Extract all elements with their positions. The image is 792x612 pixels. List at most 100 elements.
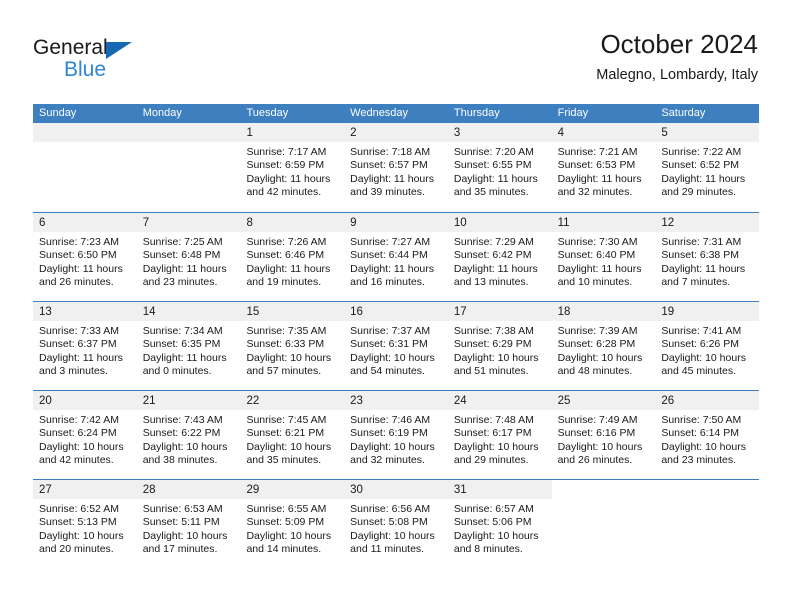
sunset-text: Sunset: 6:17 PM: [453, 427, 532, 440]
brand-name-blue: Blue: [64, 58, 107, 81]
daylight-text: and 29 minutes.: [453, 454, 529, 467]
day-cell-1[interactable]: 1 Sunrise: 7:17 AM Sunset: 6:59 PM Daylight…: [240, 123, 345, 212]
day-number-band: 4: [551, 123, 656, 142]
day-number-band: 30: [344, 480, 448, 499]
day-cell-3[interactable]: 3 Sunrise: 7:20 AM Sunset: 6:55 PM Daylight…: [447, 123, 552, 212]
day-cell-4[interactable]: 4 Sunrise: 7:21 AM Sunset: 6:53 PM Daylight…: [551, 123, 656, 212]
daylight-text: Daylight: 11 hours: [557, 172, 642, 185]
sunrise-text: Sunrise: 6:56 AM: [350, 503, 431, 515]
daylight-text: Daylight: 10 hours: [661, 440, 746, 453]
day-number-band: 21: [136, 391, 241, 410]
sunrise-text: Sunrise: 6:52 AM: [39, 503, 119, 515]
daylight-text: Daylight: 11 hours: [142, 262, 227, 275]
day-detail-lines: [655, 499, 759, 503]
day-number-band: 26: [655, 391, 760, 410]
brand-logo[interactable]: General Blue: [33, 28, 233, 86]
sunset-text: Sunset: 5:06 PM: [453, 516, 532, 529]
daylight-text: Daylight: 10 hours: [39, 529, 124, 542]
day-cell-27[interactable]: 27 Sunrise: 6:52 AM Sunset: 5:13 PM Dayligh…: [33, 480, 137, 568]
daylight-text: Daylight: 10 hours: [453, 529, 539, 542]
daylight-text: Daylight: 11 hours: [661, 262, 746, 275]
day-number-band: 13: [33, 302, 137, 321]
day-cell-30[interactable]: 30 Sunrise: 6:56 AM Sunset: 5:08 PM Dayligh…: [344, 480, 448, 568]
day-number-band: 18: [551, 302, 656, 321]
day-number-band: 10: [447, 213, 552, 232]
day-detail-lines: Sunrise: 7:35 AM Sunset: 6:33 PM Daylight:…: [240, 321, 344, 379]
daylight-text: and 45 minutes.: [661, 365, 737, 378]
day-cell-21[interactable]: 21 Sunrise: 7:43 AM Sunset: 6:22 PM Dayligh…: [136, 391, 241, 479]
day-cell-15[interactable]: 15 Sunrise: 7:35 AM Sunset: 6:33 PM Dayligh…: [240, 302, 345, 390]
day-detail-lines: [552, 499, 656, 503]
daylight-text: Daylight: 11 hours: [453, 262, 538, 275]
day-cell-6[interactable]: 6 Sunrise: 7:23 AM Sunset: 6:50 PM Daylight…: [33, 213, 137, 301]
sunset-text: Sunset: 6:59 PM: [246, 159, 325, 172]
weekday-header-monday: Monday: [142, 107, 182, 119]
day-cell-8[interactable]: 8 Sunrise: 7:26 AM Sunset: 6:46 PM Daylight…: [240, 213, 345, 301]
day-detail-lines: Sunrise: 7:29 AM Sunset: 6:42 PM Daylight:…: [448, 232, 552, 290]
day-number: 30: [350, 484, 363, 496]
day-cell-29[interactable]: 29 Sunrise: 6:55 AM Sunset: 5:09 PM Dayligh…: [240, 480, 345, 568]
day-cell-14[interactable]: 14 Sunrise: 7:34 AM Sunset: 6:35 PM Dayligh…: [136, 302, 241, 390]
day-cell-23[interactable]: 23 Sunrise: 7:46 AM Sunset: 6:19 PM Dayligh…: [344, 391, 448, 479]
daylight-text: and 29 minutes.: [661, 186, 737, 199]
day-cell-28[interactable]: 28 Sunrise: 6:53 AM Sunset: 5:11 PM Dayligh…: [136, 480, 241, 568]
daylight-text: Daylight: 11 hours: [246, 172, 331, 185]
day-cell-16[interactable]: 16 Sunrise: 7:37 AM Sunset: 6:31 PM Dayligh…: [344, 302, 448, 390]
day-number-band: 23: [344, 391, 448, 410]
daylight-text: and 42 minutes.: [39, 454, 114, 467]
day-number: 22: [246, 395, 260, 407]
day-cell-31[interactable]: 31 Sunrise: 6:57 AM Sunset: 5:06 PM Dayligh…: [447, 480, 552, 568]
day-number: 7: [142, 217, 150, 229]
sunrise-text: Sunrise: 7:38 AM: [453, 325, 534, 337]
sunset-text: Sunset: 6:21 PM: [246, 427, 325, 440]
daylight-text: and 20 minutes.: [39, 543, 114, 556]
day-cell-25[interactable]: 25 Sunrise: 7:49 AM Sunset: 6:16 PM Dayligh…: [551, 391, 656, 479]
day-cell-5[interactable]: 5 Sunrise: 7:22 AM Sunset: 6:52 PM Daylight…: [655, 123, 760, 212]
sunrise-text: Sunrise: 7:41 AM: [661, 325, 742, 337]
day-number: 15: [246, 306, 260, 318]
day-number-band: [33, 123, 137, 142]
sunrise-text: Sunrise: 7:20 AM: [453, 146, 534, 158]
sunrise-text: Sunrise: 7:42 AM: [39, 414, 119, 426]
daylight-text: Daylight: 10 hours: [246, 440, 332, 453]
day-cell-24[interactable]: 24 Sunrise: 7:48 AM Sunset: 6:17 PM Dayligh…: [447, 391, 552, 479]
day-cell-19[interactable]: 19 Sunrise: 7:41 AM Sunset: 6:26 PM Dayligh…: [655, 302, 760, 390]
day-cell-26[interactable]: 26 Sunrise: 7:50 AM Sunset: 6:14 PM Dayligh…: [655, 391, 760, 479]
day-detail-lines: Sunrise: 7:30 AM Sunset: 6:40 PM Daylight:…: [552, 232, 656, 290]
day-number: 10: [453, 217, 467, 229]
daylight-text: Daylight: 10 hours: [246, 529, 332, 542]
day-cell-17[interactable]: 17 Sunrise: 7:38 AM Sunset: 6:29 PM Dayligh…: [447, 302, 552, 390]
day-number-band: 28: [136, 480, 241, 499]
day-number: 27: [39, 484, 52, 496]
day-cell-22[interactable]: 22 Sunrise: 7:45 AM Sunset: 6:21 PM Dayligh…: [240, 391, 345, 479]
day-cell-2[interactable]: 2 Sunrise: 7:18 AM Sunset: 6:57 PM Daylight…: [344, 123, 448, 212]
day-number: 5: [661, 127, 668, 139]
day-number-band: 22: [240, 391, 345, 410]
daylight-text: and 42 minutes.: [246, 186, 322, 199]
daylight-text: and 17 minutes.: [142, 543, 218, 556]
day-number-band: 24: [447, 391, 552, 410]
daylight-text: and 23 minutes.: [142, 276, 218, 289]
day-number: 20: [39, 395, 52, 407]
day-number: 28: [142, 484, 156, 496]
day-detail-lines: Sunrise: 7:17 AM Sunset: 6:59 PM Daylight:…: [240, 142, 344, 200]
day-number: 29: [246, 484, 260, 496]
day-detail-lines: Sunrise: 7:26 AM Sunset: 6:46 PM Daylight:…: [240, 232, 344, 290]
day-cell-10[interactable]: 10 Sunrise: 7:29 AM Sunset: 6:42 PM Dayligh…: [447, 213, 552, 301]
day-number-band: 8: [240, 213, 345, 232]
day-detail-lines: Sunrise: 7:33 AM Sunset: 6:37 PM Daylight:…: [33, 321, 137, 379]
day-cell-7[interactable]: 7 Sunrise: 7:25 AM Sunset: 6:48 PM Daylight…: [136, 213, 241, 301]
day-number: 1: [246, 127, 253, 139]
day-number-band: 9: [344, 213, 448, 232]
day-cell-12[interactable]: 12 Sunrise: 7:31 AM Sunset: 6:38 PM Dayligh…: [655, 213, 760, 301]
sunset-text: Sunset: 6:31 PM: [350, 338, 428, 351]
day-cell-11[interactable]: 11 Sunrise: 7:30 AM Sunset: 6:40 PM Dayligh…: [551, 213, 656, 301]
daylight-text: Daylight: 10 hours: [557, 351, 643, 364]
day-number: 3: [453, 127, 461, 139]
day-cell-18[interactable]: 18 Sunrise: 7:39 AM Sunset: 6:28 PM Dayligh…: [551, 302, 656, 390]
day-cell-20[interactable]: 20 Sunrise: 7:42 AM Sunset: 6:24 PM Dayligh…: [33, 391, 137, 479]
daylight-text: Daylight: 11 hours: [142, 351, 227, 364]
day-cell-13[interactable]: 13 Sunrise: 7:33 AM Sunset: 6:37 PM Dayligh…: [33, 302, 137, 390]
day-cell-9[interactable]: 9 Sunrise: 7:27 AM Sunset: 6:44 PM Daylight…: [344, 213, 448, 301]
daylight-text: Daylight: 10 hours: [453, 440, 539, 453]
